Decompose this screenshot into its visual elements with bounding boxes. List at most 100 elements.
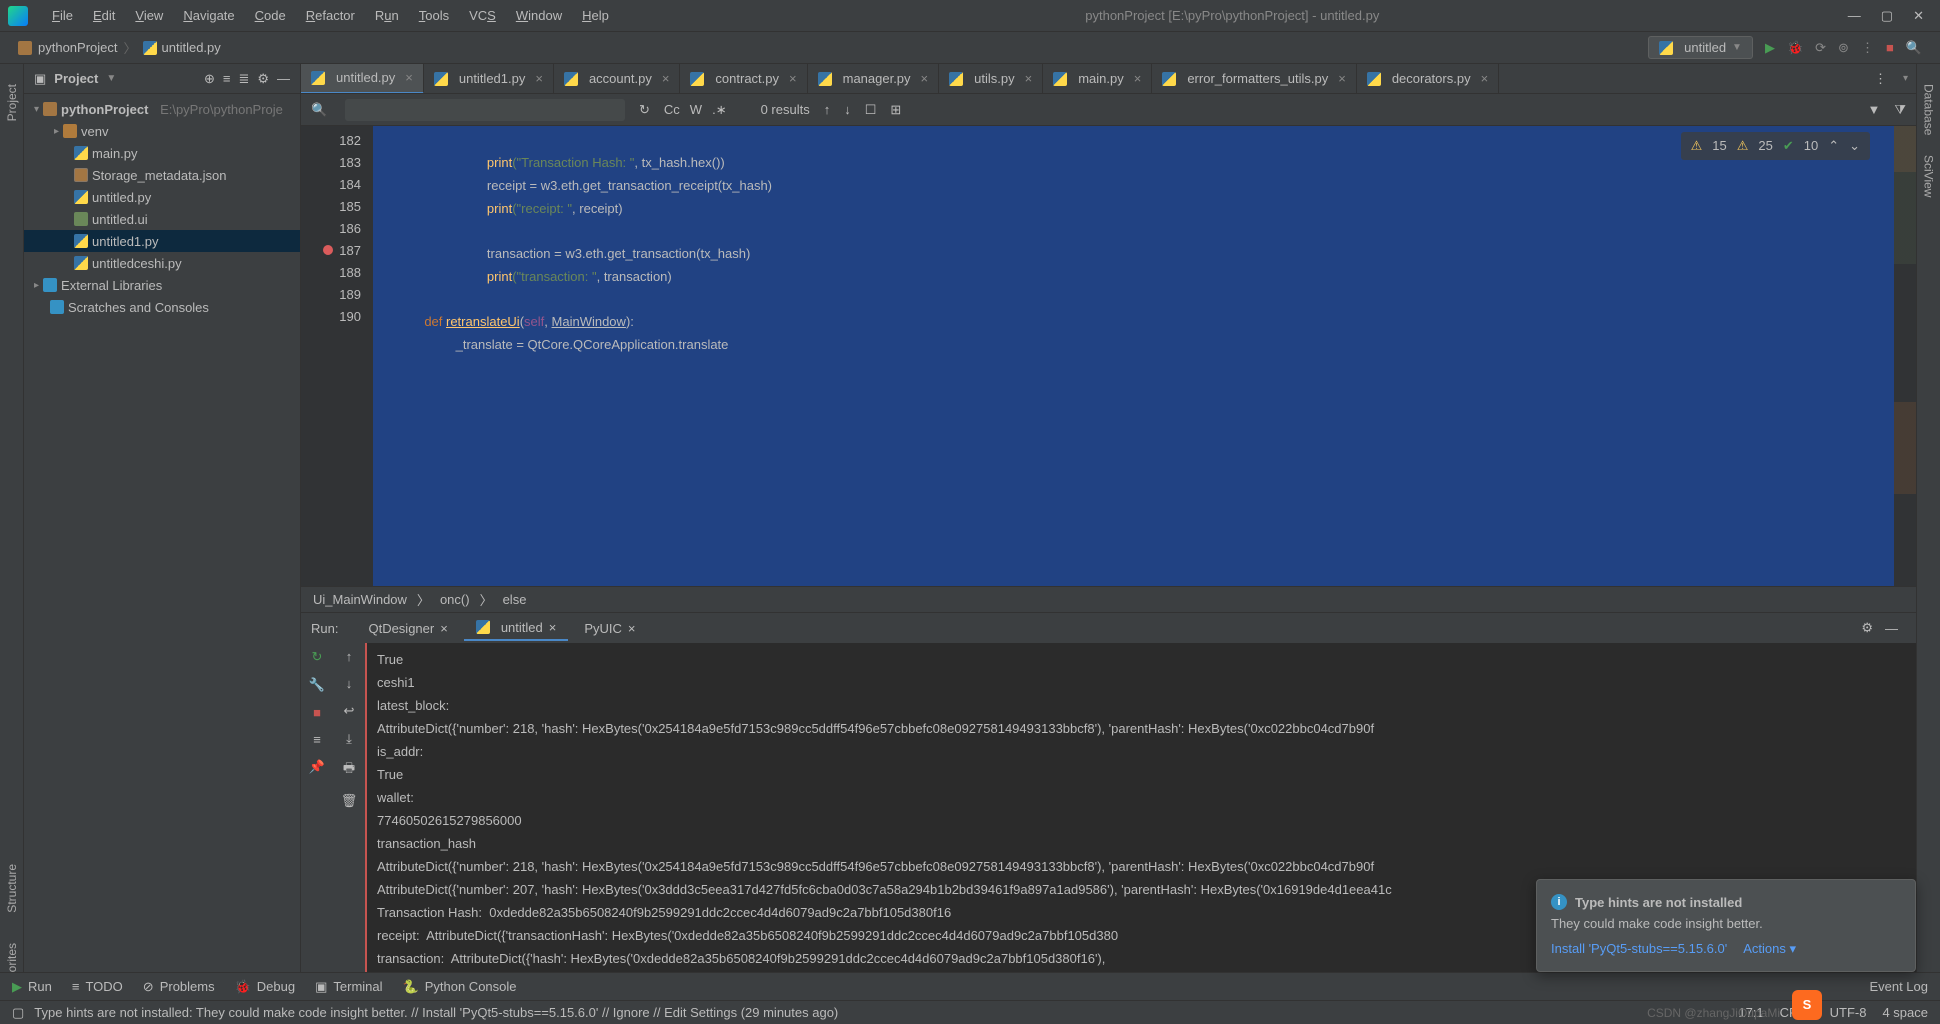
menu-file[interactable]: FFileile <box>44 4 81 27</box>
menu-tools[interactable]: Tools <box>411 4 457 27</box>
regex-button[interactable]: .∗ <box>712 102 727 118</box>
prev-match-icon[interactable]: ↑ <box>824 102 831 117</box>
bottom-eventlog[interactable]: 1Event Log <box>1869 979 1928 994</box>
gear-icon[interactable]: ⚙ <box>1861 620 1873 636</box>
bc-class[interactable]: Ui_MainWindow <box>313 592 407 607</box>
search-everywhere-button[interactable]: 🔍 <box>1906 40 1922 56</box>
select-opened-icon[interactable]: ⊕ <box>204 71 215 87</box>
search-icon[interactable]: 🔍 <box>311 102 331 118</box>
soft-wrap-icon[interactable]: ↩ <box>344 703 355 719</box>
close-icon[interactable]: × <box>549 620 557 635</box>
scroll-end-icon[interactable]: ⤓ <box>346 731 352 747</box>
rerun-button[interactable]: ↻ <box>312 649 323 665</box>
up-arrow-icon[interactable]: ↑ <box>346 649 353 664</box>
close-icon[interactable]: × <box>1025 71 1033 86</box>
tree-file-untitled1[interactable]: untitled1.py <box>24 230 300 252</box>
bc-stmt[interactable]: else <box>503 592 527 607</box>
next-match-icon[interactable]: ↓ <box>844 102 851 117</box>
close-icon[interactable]: × <box>789 71 797 86</box>
tab-manager[interactable]: manager.py× <box>808 64 940 94</box>
status-tool-icon[interactable]: ▢ <box>12 1005 24 1021</box>
inspections-widget[interactable]: ⚠15 ⚠25 ✔10 ⌃⌄ <box>1681 132 1870 160</box>
run-tab-qtdesigner[interactable]: QtDesigner× <box>356 617 459 640</box>
breakpoint-icon[interactable] <box>323 245 333 255</box>
close-icon[interactable]: × <box>662 71 670 86</box>
run-config-selector[interactable]: untitled ▼ <box>1648 36 1753 59</box>
bottom-run[interactable]: ▶Run <box>12 979 52 995</box>
close-icon[interactable]: × <box>1481 71 1489 86</box>
stop-run-button[interactable]: ■ <box>313 705 321 720</box>
match-case-button[interactable]: Cc <box>664 102 680 118</box>
close-icon[interactable]: × <box>921 71 929 86</box>
indent[interactable]: 4 space <box>1882 1005 1928 1020</box>
maximize-button[interactable]: ▢ <box>1881 8 1893 24</box>
tree-file-storage[interactable]: Storage_metadata.json <box>24 164 300 186</box>
stop-button[interactable]: ■ <box>1886 40 1894 55</box>
error-stripe[interactable] <box>1894 126 1916 586</box>
filter-icon[interactable]: ▼ <box>1868 102 1881 117</box>
rail-database[interactable]: Database <box>1922 84 1936 135</box>
rail-structure[interactable]: Structure <box>5 864 19 913</box>
up-icon[interactable]: ⌃ <box>1828 135 1839 157</box>
down-arrow-icon[interactable]: ↓ <box>346 676 353 691</box>
settings-icon[interactable]: ⚙ <box>257 71 269 87</box>
tab-main[interactable]: main.py× <box>1043 64 1152 94</box>
rail-sciview[interactable]: SciView <box>1922 155 1936 197</box>
menu-window[interactable]: Window <box>508 4 570 27</box>
run-tab-pyuic[interactable]: PyUIC× <box>572 617 647 640</box>
tab-decorators[interactable]: decorators.py× <box>1357 64 1499 94</box>
menu-edit[interactable]: Edit <box>85 4 123 27</box>
menu-help[interactable]: Help <box>574 4 617 27</box>
history-icon[interactable]: ↻ <box>639 102 650 118</box>
bottom-pyconsole[interactable]: 🐍Python Console <box>403 979 517 995</box>
notif-install-link[interactable]: Install 'PyQt5-stubs==5.15.6.0' <box>1551 941 1727 957</box>
tree-root[interactable]: ▾pythonProject E:\pyPro\pythonProje <box>24 98 300 120</box>
rail-project[interactable]: Project <box>5 84 19 121</box>
debug-button[interactable]: 🐞 <box>1787 40 1803 56</box>
menu-code[interactable]: Code <box>247 4 294 27</box>
tree-folder-venv[interactable]: ▸venv <box>24 120 300 142</box>
tab-account[interactable]: account.py× <box>554 64 680 94</box>
close-button[interactable]: ✕ <box>1913 8 1924 24</box>
pin-icon[interactable]: 📌 <box>309 759 325 775</box>
tab-untitled[interactable]: untitled.py× <box>301 64 424 94</box>
close-icon[interactable]: × <box>1338 71 1346 86</box>
profile-button[interactable]: ⊚ <box>1838 40 1849 56</box>
encoding[interactable]: UTF-8 <box>1830 1005 1867 1020</box>
layout-icon[interactable]: ≡ <box>313 732 321 747</box>
print-icon[interactable]: 🖶 <box>343 759 355 781</box>
close-icon[interactable]: × <box>405 70 413 85</box>
bottom-debug[interactable]: 🐞Debug <box>235 979 296 995</box>
tree-file-untitled-ui[interactable]: untitled.ui <box>24 208 300 230</box>
bottom-problems[interactable]: ⊘Problems <box>143 979 215 995</box>
funnel-icon[interactable]: ⧩ <box>1894 102 1906 118</box>
crumb-project[interactable]: pythonProject <box>38 40 118 55</box>
tree-scratches[interactable]: Scratches and Consoles <box>24 296 300 318</box>
tree-external-libs[interactable]: ▸External Libraries <box>24 274 300 296</box>
trash-icon[interactable]: 🗑 <box>341 793 358 809</box>
run-tab-untitled[interactable]: untitled× <box>464 616 569 641</box>
bottom-terminal[interactable]: ▣Terminal <box>315 979 382 995</box>
code-content[interactable]: 💡 print("Transaction Hash: ", tx_hash.he… <box>373 126 1894 586</box>
tabs-more-icon[interactable]: ⋮ <box>1866 71 1895 87</box>
bottom-todo[interactable]: ≡TODO <box>72 979 123 994</box>
ime-indicator-icon[interactable]: S <box>1792 990 1822 1020</box>
tab-contract[interactable]: contract.py× <box>680 64 807 94</box>
menu-view[interactable]: View <box>127 4 171 27</box>
code-editor[interactable]: 182183184185186187188189190 💡 print("Tra… <box>301 126 1916 586</box>
tab-utils[interactable]: utils.py× <box>939 64 1043 94</box>
collapse-all-icon[interactable]: ≣ <box>238 71 249 87</box>
wrench-icon[interactable]: 🔧 <box>309 677 325 693</box>
notif-actions-link[interactable]: Actions ▾ <box>1743 941 1796 957</box>
attach-button[interactable]: ⋮ <box>1861 40 1874 56</box>
expand-all-icon[interactable]: ≡ <box>223 71 231 86</box>
menu-navigate[interactable]: Navigate <box>175 4 242 27</box>
bc-method[interactable]: onc() <box>440 592 470 607</box>
tab-error-formatters[interactable]: error_formatters_utils.py× <box>1152 64 1356 94</box>
close-icon[interactable]: × <box>440 621 448 636</box>
close-icon[interactable]: × <box>535 71 543 86</box>
hide-run-icon[interactable]: — <box>1885 621 1898 636</box>
chevron-down-icon[interactable]: ▼ <box>106 73 116 84</box>
words-button[interactable]: W <box>690 102 702 118</box>
coverage-button[interactable]: ⟳ <box>1815 40 1826 56</box>
